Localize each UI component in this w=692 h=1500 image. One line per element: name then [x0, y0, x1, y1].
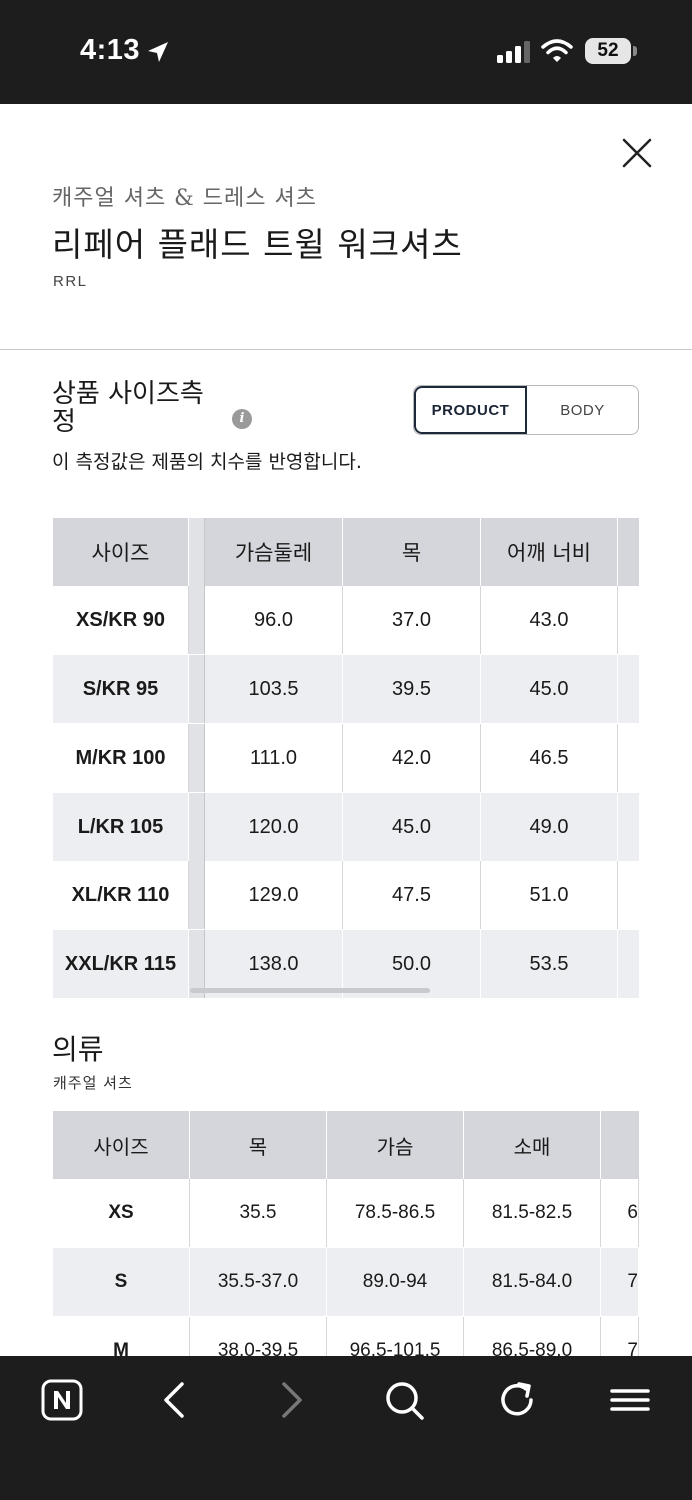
table-cell-size: XS/KR 90 [53, 586, 189, 654]
menu-icon[interactable] [608, 1378, 652, 1422]
table-cell: 38.0-39.5 [190, 1317, 327, 1356]
measurement-toggle: PRODUCT BODY [413, 385, 639, 435]
location-arrow-icon [148, 42, 168, 62]
info-icon[interactable]: i [232, 409, 252, 429]
table-cell: 45.0 [343, 793, 481, 861]
clothing-subtitle: 캐주얼 셔츠 [53, 1074, 133, 1092]
product-brand: RRL [53, 273, 88, 290]
table-row: S/KR 95 103.5 39.5 45.0 [53, 655, 639, 723]
table-cell: 96.0 [205, 586, 343, 654]
table-header-cell [601, 1111, 639, 1179]
table-cell-size: XL/KR 110 [53, 861, 189, 929]
close-icon[interactable] [620, 136, 654, 170]
table-header-cell: 가슴둘레 [205, 518, 343, 586]
table-cell: 53.5 [481, 930, 618, 998]
table-row: XL/KR 110 129.0 47.5 51.0 [53, 861, 639, 929]
clothing-title: 의류 [52, 1033, 104, 1066]
table-header-cell: 사이즈 [53, 1111, 190, 1179]
search-icon[interactable] [382, 1378, 426, 1422]
measurements-note: 이 측정값은 제품의 치수를 반영합니다. [52, 451, 362, 473]
table-cell: 42.0 [343, 724, 481, 792]
table-row: M 38.0-39.5 96.5-101.5 86.5-89.0 7 [53, 1317, 639, 1356]
table-header-cell [618, 518, 639, 586]
table-cell: 89.0-94 [327, 1248, 464, 1316]
table-cell: 6 [601, 1179, 639, 1247]
table-cell: 47.5 [343, 861, 481, 929]
table-cell: 49.0 [481, 793, 618, 861]
table-cell [618, 861, 639, 929]
product-category: 캐주얼 셔츠 & 드레스 셔츠 [52, 186, 317, 211]
table-scrollbar[interactable] [190, 988, 430, 993]
table-cell: 129.0 [205, 861, 343, 929]
table-cell: 81.5-82.5 [464, 1179, 601, 1247]
table-cell: 45.0 [481, 655, 618, 723]
table-row: S 35.5-37.0 89.0-94 81.5-84.0 7 [53, 1248, 639, 1316]
table-header-cell: 가슴 [327, 1111, 464, 1179]
table-row: M/KR 100 111.0 42.0 46.5 [53, 724, 639, 792]
table-cell-size: XXL/KR 115 [53, 930, 189, 998]
table-cell [618, 655, 639, 723]
table-header-cell: 사이즈 [53, 518, 189, 586]
table-cell [618, 930, 639, 998]
table-cell: 103.5 [205, 655, 343, 723]
table-cell: 7 [601, 1248, 639, 1316]
table-cell: 86.5-89.0 [464, 1317, 601, 1356]
table-cell-size: S/KR 95 [53, 655, 189, 723]
table-cell: 78.5-86.5 [327, 1179, 464, 1247]
toggle-body-button[interactable]: BODY [527, 386, 638, 434]
measurements-title: 상품 사이즈측정 [52, 379, 204, 437]
status-bar: 4:13 52 [0, 0, 692, 104]
table-cell: 35.5 [190, 1179, 327, 1247]
table-header-cell: 목 [343, 518, 481, 586]
back-icon[interactable] [154, 1378, 198, 1422]
table-cell: 46.5 [481, 724, 618, 792]
table-cell: 35.5-37.0 [190, 1248, 327, 1316]
table-cell: 43.0 [481, 586, 618, 654]
naver-home-icon[interactable] [40, 1378, 84, 1422]
table-header-row: 사이즈 가슴둘레 목 어깨 너비 [53, 518, 639, 586]
table-cell: 81.5-84.0 [464, 1248, 601, 1316]
table-cell: 111.0 [205, 724, 343, 792]
battery-indicator: 52 [585, 38, 631, 64]
table-cell-size: XS [53, 1179, 190, 1247]
table-header-cell: 소매 [464, 1111, 601, 1179]
table-cell [618, 793, 639, 861]
table-header-cell: 목 [190, 1111, 327, 1179]
table-row: XS 35.5 78.5-86.5 81.5-82.5 6 [53, 1179, 639, 1247]
browser-toolbar [0, 1356, 692, 1500]
wifi-icon [541, 39, 573, 62]
toggle-product-button[interactable]: PRODUCT [414, 386, 527, 434]
product-size-table[interactable]: 사이즈 가슴둘레 목 어깨 너비 XS/KR 90 96.0 37.0 43.0… [53, 518, 639, 998]
clothing-size-table[interactable]: 사이즈 목 가슴 소매 XS 35.5 78.5-86.5 81.5-82.5 … [53, 1111, 639, 1356]
table-cell [618, 586, 639, 654]
table-row: L/KR 105 120.0 45.0 49.0 [53, 793, 639, 861]
table-cell [618, 724, 639, 792]
table-cell: 37.0 [343, 586, 481, 654]
status-time: 4:13 [80, 34, 141, 66]
battery-tip [633, 46, 637, 56]
table-cell-size: S [53, 1248, 190, 1316]
table-cell: 120.0 [205, 793, 343, 861]
product-title: 리페어 플래드 트윌 워크셔츠 [52, 225, 463, 264]
table-cell: 7 [601, 1317, 639, 1356]
cellular-signal-icon [497, 41, 530, 63]
table-header-row: 사이즈 목 가슴 소매 [53, 1111, 639, 1179]
table-cell: 51.0 [481, 861, 618, 929]
divider [0, 349, 692, 350]
table-cell-size: M [53, 1317, 190, 1356]
table-cell-size: L/KR 105 [53, 793, 189, 861]
table-row: XS/KR 90 96.0 37.0 43.0 [53, 586, 639, 654]
table-header-cell: 어깨 너비 [481, 518, 618, 586]
forward-icon[interactable] [268, 1378, 312, 1422]
table-cell-size: M/KR 100 [53, 724, 189, 792]
table-cell: 96.5-101.5 [327, 1317, 464, 1356]
table-cell: 39.5 [343, 655, 481, 723]
reload-icon[interactable] [495, 1378, 539, 1422]
